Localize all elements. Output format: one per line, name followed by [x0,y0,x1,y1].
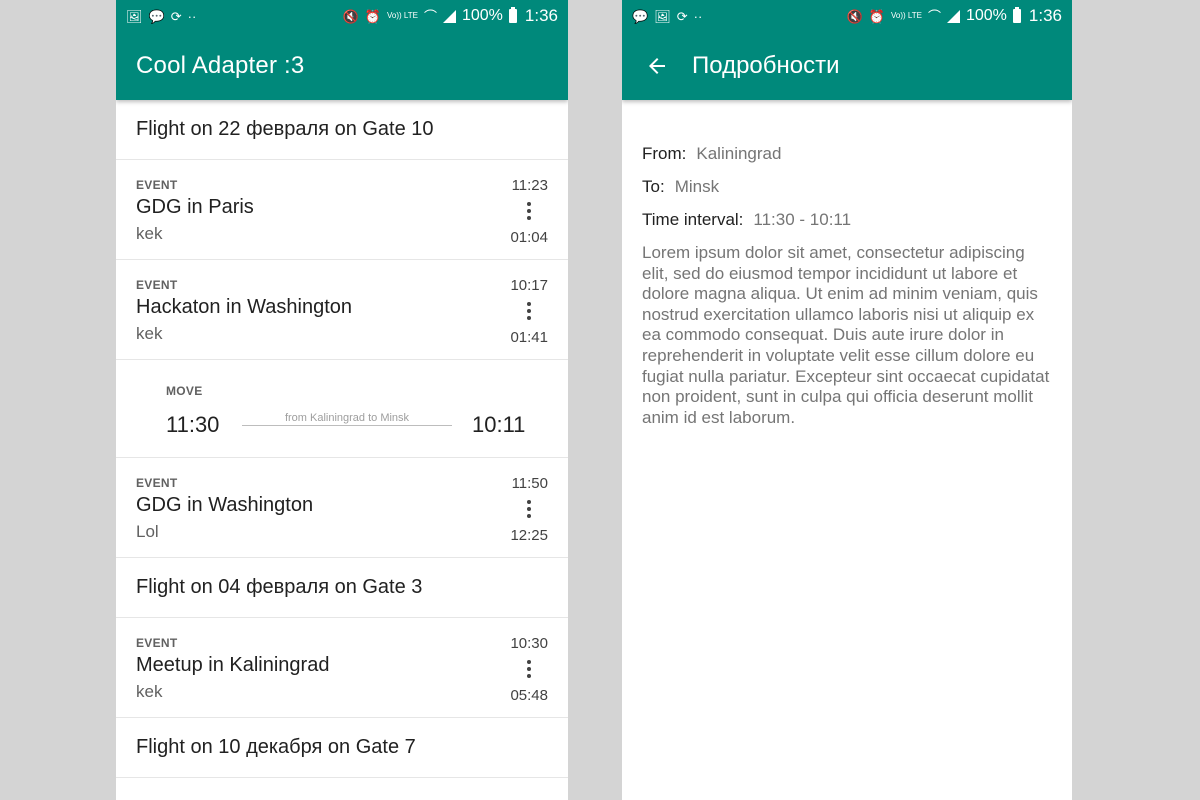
more-vert-icon[interactable] [520,498,538,520]
chat-icon: 💬 [632,8,649,24]
event-time-start: 11:23 [511,177,548,194]
event-type-label: EVENT [136,476,178,490]
event-item[interactable]: EVENT GDG in Washington Lol 11:50 12:25 [116,458,568,558]
battery-percent: 100% [965,7,1007,24]
event-time-end: 01:41 [510,329,548,346]
interval-label: Time interval: [642,210,744,229]
timeline-list[interactable]: Flight on 22 февраля on Gate 10 EVENT GD… [116,100,568,778]
from-value: Kaliningrad [696,144,782,163]
battery-icon [1012,7,1021,23]
lte-label: Vo)) LTE [386,11,418,20]
screen-title: Подробности [692,52,840,79]
move-arrival-time: 10:11 [472,412,526,437]
event-time-end: 05:48 [510,687,548,704]
alarm-icon: ⏰ [364,8,381,24]
to-value: Minsk [674,177,720,196]
status-bar: 🖼 💬 ⟳ ·· 🔇 ⏰ Vo)) LTE ⌒ 100% 1:36 [116,0,568,32]
wifi-icon: ⌒ [423,8,437,24]
event-title: Hackaton in Washington [136,296,353,318]
app-bar: 💬 🖼 ⟳ ·· 🔇 ⏰ Vo)) LTE ⌒ 100% 1:36 Подроб… [622,0,1072,100]
mute-icon: 🔇 [342,8,359,24]
toolbar: Cool Adapter :3 [116,32,568,100]
interval-value: 11:30 - 10:11 [753,210,852,229]
from-label: From: [642,144,687,163]
battery-percent: 100% [461,7,503,24]
interval-row: Time interval: 11:30 - 10:11 [642,210,1052,230]
event-type-label: EVENT [136,278,178,292]
event-item[interactable]: EVENT GDG in Paris kek 11:23 01:04 [116,160,568,260]
route-line [242,425,452,426]
flight-header[interactable]: Flight on 10 декабря on Gate 7 [116,718,568,778]
signal-icon [442,9,456,23]
move-type-label: MOVE [166,384,203,398]
back-button[interactable] [622,32,692,100]
status-time: 1:36 [1028,6,1062,25]
event-time-end: 12:25 [510,527,548,544]
event-subtitle: kek [136,324,163,343]
wifi-icon: ⌒ [927,8,941,24]
flight-header[interactable]: Flight on 04 февраля on Gate 3 [116,558,568,618]
list-screen: 🖼 💬 ⟳ ·· 🔇 ⏰ Vo)) LTE ⌒ 100% 1:36 Cool A… [116,0,568,800]
toolbar: Подробности [622,32,1072,100]
event-subtitle: kek [136,224,163,243]
more-vert-icon[interactable] [520,200,538,222]
chat-icon: 💬 [148,8,165,24]
move-route: from Kaliningrad to Minsk [284,412,410,424]
mute-icon: 🔇 [846,8,863,24]
app-title: Cool Adapter :3 [136,52,305,79]
event-title: GDG in Paris [136,196,254,218]
sync-icon: ⟳ [676,8,688,24]
event-item[interactable]: EVENT Meetup in Kaliningrad kek 10:30 05… [116,618,568,718]
image-icon: 🖼 [126,8,143,24]
lte-label: Vo)) LTE [890,11,922,20]
event-time-end: 01:04 [510,229,548,246]
to-row: To: Minsk [642,177,1052,197]
dots-icon: ·· [187,8,197,24]
back-arrow-icon [649,58,665,74]
description-text: Lorem ipsum dolor sit amet, consectetur … [642,243,1050,427]
battery-icon [508,7,517,23]
event-title: GDG in Washington [136,494,314,516]
image-icon: 🖼 [654,8,671,24]
event-time-start: 11:50 [511,475,548,492]
dots-icon: ·· [693,8,703,24]
to-label: To: [642,177,665,196]
event-subtitle: kek [136,682,163,701]
event-item[interactable]: EVENT Hackaton in Washington kek 10:17 0… [116,260,568,360]
flight-header[interactable]: Flight on 22 февраля on Gate 10 [116,100,568,160]
status-time: 1:36 [524,6,558,25]
details-screen: 💬 🖼 ⟳ ·· 🔇 ⏰ Vo)) LTE ⌒ 100% 1:36 Подроб… [622,0,1072,800]
event-subtitle: Lol [136,522,159,541]
event-time-start: 10:30 [510,635,548,652]
move-item[interactable]: MOVE 11:30 from Kaliningrad to Minsk 10:… [116,360,568,458]
more-vert-icon[interactable] [520,300,538,322]
event-title: Meetup in Kaliningrad [136,654,330,676]
from-row: From: Kaliningrad [642,144,1052,164]
move-departure-time: 11:30 [166,412,220,437]
signal-icon [946,9,960,23]
app-bar: 🖼 💬 ⟳ ·· 🔇 ⏰ Vo)) LTE ⌒ 100% 1:36 Cool A… [116,0,568,100]
event-type-label: EVENT [136,636,178,650]
sync-icon: ⟳ [170,8,182,24]
details-body: From: Kaliningrad To: Minsk Time interva… [622,100,1072,428]
event-type-label: EVENT [136,178,178,192]
alarm-icon: ⏰ [868,8,885,24]
event-time-start: 10:17 [510,277,548,294]
more-vert-icon[interactable] [520,658,538,680]
status-bar: 💬 🖼 ⟳ ·· 🔇 ⏰ Vo)) LTE ⌒ 100% 1:36 [622,0,1072,32]
